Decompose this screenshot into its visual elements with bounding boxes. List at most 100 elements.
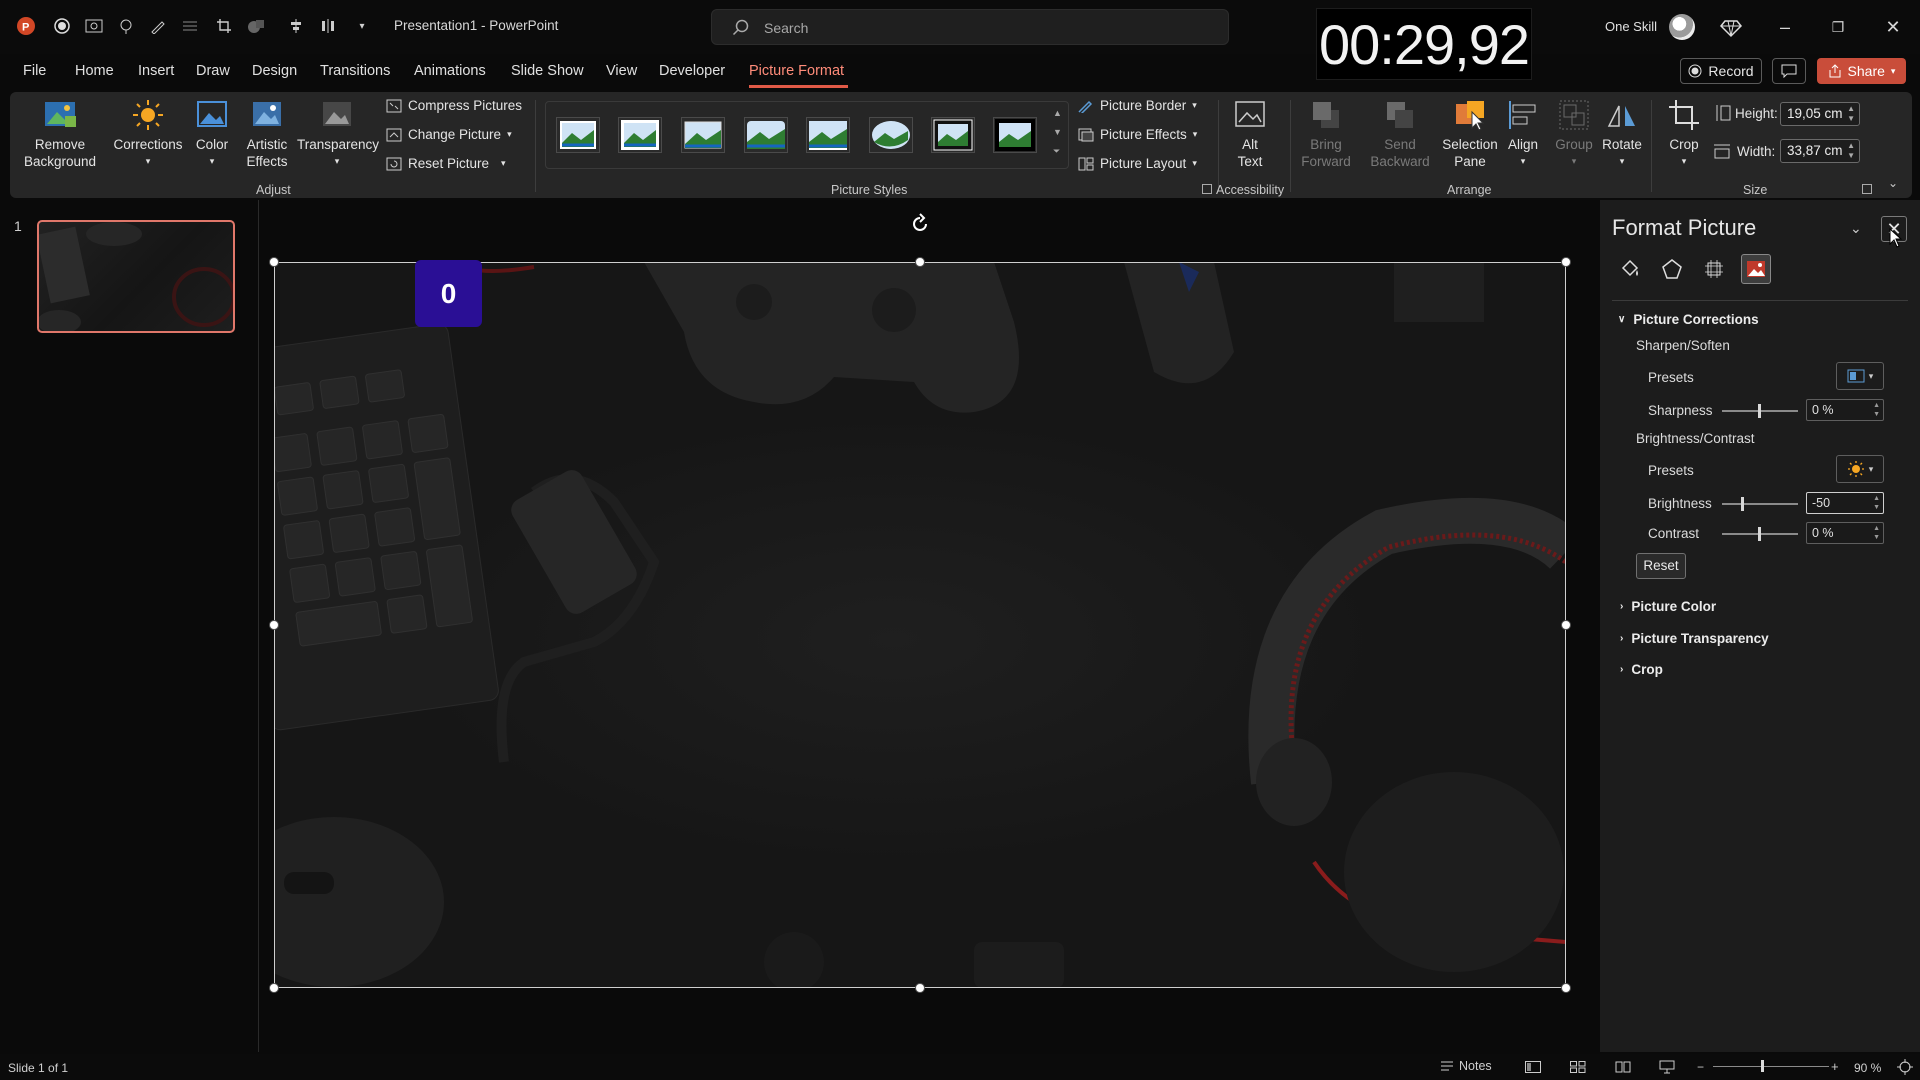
rotate-handle-icon[interactable] [908, 212, 932, 236]
resize-handle-e[interactable] [1561, 620, 1571, 630]
lasso-icon[interactable] [114, 14, 138, 38]
bring-forward-button[interactable]: Bring Forward [1295, 98, 1357, 170]
resize-handle-sw[interactable] [269, 983, 279, 993]
zoom-out-icon[interactable]: − [1697, 1060, 1704, 1074]
picture-style-6[interactable] [869, 117, 913, 153]
contrast-spinner-icon[interactable]: ▲ ▼ [1873, 524, 1880, 542]
picture-style-3[interactable] [681, 117, 725, 153]
picture-style-2[interactable] [618, 117, 662, 153]
zoom-level[interactable]: 90 % [1854, 1061, 1881, 1075]
crop-header[interactable]: › Crop [1620, 662, 1663, 677]
picture-border-button[interactable]: Picture Border ▾ [1078, 98, 1197, 113]
height-field[interactable]: 19,05 cm ▲ ▼ [1780, 102, 1860, 126]
tab-view[interactable]: View [606, 63, 637, 79]
sharpness-field[interactable]: 0 % ▲ ▼ [1806, 399, 1884, 421]
crop-quick-icon[interactable] [212, 14, 236, 38]
collapse-ribbon-icon[interactable]: ⌄ [1888, 176, 1898, 190]
rotate-button[interactable]: Rotate ▾ [1600, 98, 1644, 170]
reset-corrections-button[interactable]: Reset [1636, 553, 1686, 579]
picture-tab[interactable] [1741, 254, 1771, 284]
distribute-icon[interactable] [316, 14, 340, 38]
resize-handle-se[interactable] [1561, 983, 1571, 993]
align-center-icon[interactable] [284, 14, 308, 38]
diamond-icon[interactable] [1718, 14, 1744, 40]
selection-pane-button[interactable]: Selection Pane [1440, 98, 1500, 170]
picture-style-1[interactable] [556, 117, 600, 153]
picture-effects-button[interactable]: Picture Effects ▾ [1078, 127, 1197, 142]
picture-style-7[interactable] [931, 117, 975, 153]
record-dot-icon[interactable] [50, 14, 74, 38]
slide-sorter-icon[interactable] [1567, 1058, 1589, 1076]
tab-home[interactable]: Home [75, 63, 114, 79]
brightness-presets-dropdown[interactable]: ▾ [1836, 455, 1884, 483]
fit-to-window-icon[interactable] [1894, 1058, 1916, 1076]
tab-transitions[interactable]: Transitions [320, 63, 390, 79]
picture-layout-button[interactable]: Picture Layout ▾ [1078, 156, 1197, 171]
picture-color-header[interactable]: › Picture Color [1620, 599, 1716, 614]
tab-design[interactable]: Design [252, 63, 297, 79]
search-box[interactable]: Search [711, 9, 1229, 45]
list-icon[interactable] [178, 14, 202, 38]
send-backward-button[interactable]: Send Backward [1367, 98, 1433, 170]
size-dialog-launcher-icon[interactable] [1862, 184, 1872, 194]
corrections-button[interactable]: Corrections ▾ [112, 98, 184, 170]
contrast-field[interactable]: 0 % ▲ ▼ [1806, 522, 1884, 544]
fill-line-tab[interactable] [1615, 254, 1645, 284]
minimize-button[interactable]: – [1765, 13, 1805, 41]
sharpness-spinner-icon[interactable]: ▲ ▼ [1873, 401, 1880, 419]
dialog-launcher-icon[interactable] [1202, 184, 1212, 194]
artistic-effects-button[interactable]: Artistic Effects [242, 98, 292, 170]
reading-view-icon[interactable] [1612, 1058, 1634, 1076]
zoom-slider-thumb[interactable] [1761, 1060, 1764, 1072]
slide-thumbnail[interactable] [37, 220, 235, 333]
tab-slide-show[interactable]: Slide Show [511, 63, 584, 79]
picture-transparency-header[interactable]: › Picture Transparency [1620, 631, 1769, 646]
picture-style-5[interactable] [806, 117, 850, 153]
tab-developer[interactable]: Developer [659, 63, 725, 79]
slide-canvas[interactable] [274, 262, 1566, 988]
transparency-button[interactable]: Transparency ▾ [297, 98, 379, 170]
width-spinner-icon[interactable]: ▲ ▼ [1847, 141, 1855, 161]
sharpen-presets-dropdown[interactable]: ▾ [1836, 362, 1884, 390]
width-field[interactable]: 33,87 cm ▲ ▼ [1780, 139, 1860, 163]
height-spinner-icon[interactable]: ▲ ▼ [1847, 104, 1855, 124]
reset-picture-button[interactable]: Reset Picture ▾ [386, 156, 506, 171]
gallery-scroll-controls[interactable]: ▲ ▼ ⏷ [1053, 104, 1062, 161]
brightness-spinner-icon[interactable]: ▲ ▼ [1873, 494, 1880, 512]
pen-icon[interactable] [146, 14, 170, 38]
brightness-field[interactable]: -50 ▲ ▼ [1806, 492, 1884, 514]
share-button[interactable]: Share ▾ [1817, 58, 1906, 84]
tab-file[interactable]: File [23, 63, 46, 79]
compress-pictures-button[interactable]: Compress Pictures [386, 98, 522, 113]
zoom-in-icon[interactable]: + [1831, 1059, 1839, 1074]
resize-handle-nw[interactable] [269, 257, 279, 267]
customize-toolbar-icon[interactable]: ▾ [350, 14, 374, 38]
sharpness-slider-thumb[interactable] [1758, 404, 1761, 418]
remove-background-button[interactable]: Remove Background [20, 98, 100, 170]
resize-handle-w[interactable] [269, 620, 279, 630]
avatar[interactable] [1669, 14, 1695, 40]
resize-handle-ne[interactable] [1561, 257, 1571, 267]
normal-view-icon[interactable] [1522, 1058, 1544, 1076]
picture-style-4[interactable] [744, 117, 788, 153]
tab-insert[interactable]: Insert [138, 63, 174, 79]
effects-tab[interactable] [1657, 254, 1687, 284]
change-picture-button[interactable]: Change Picture ▾ [386, 127, 512, 142]
share-chevron-icon[interactable]: ▾ [1891, 66, 1896, 77]
screenshot-icon[interactable] [82, 14, 106, 38]
slideshow-view-icon[interactable] [1656, 1058, 1678, 1076]
resize-handle-n[interactable] [915, 257, 925, 267]
align-button[interactable]: Align ▾ [1503, 98, 1543, 170]
crop-button[interactable]: Crop ▾ [1665, 98, 1703, 170]
group-button[interactable]: Group ▾ [1552, 98, 1596, 170]
tab-picture-format[interactable]: Picture Format [749, 63, 844, 79]
picture-style-8[interactable] [993, 117, 1037, 153]
record-button[interactable]: Record [1680, 58, 1762, 84]
zoom-slider-track[interactable] [1713, 1066, 1829, 1067]
tab-draw[interactable]: Draw [196, 63, 230, 79]
alt-text-button[interactable]: Alt Text [1226, 98, 1274, 170]
user-name[interactable]: One Skill [1605, 19, 1657, 34]
notes-button[interactable]: Notes [1440, 1059, 1492, 1073]
color-button[interactable]: Color ▾ [190, 98, 234, 170]
restore-button[interactable]: ❐ [1818, 13, 1858, 41]
